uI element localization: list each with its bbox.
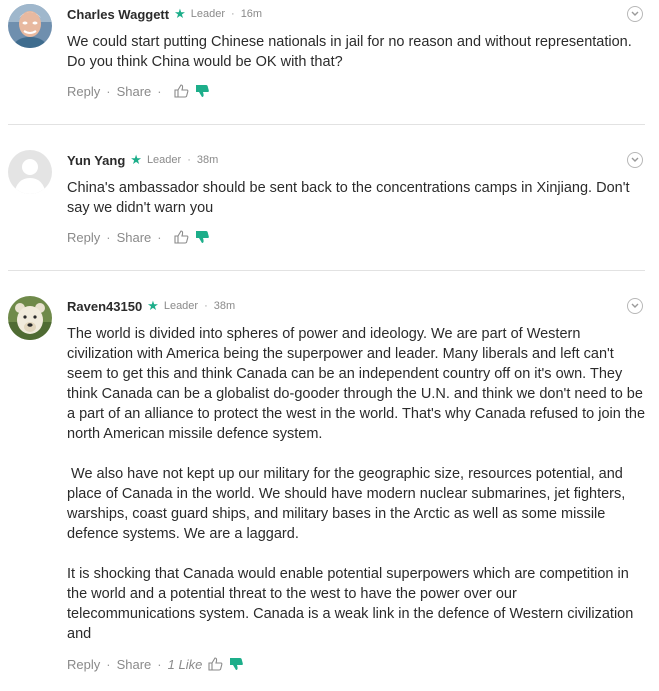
thumbs-up-icon — [174, 84, 189, 98]
thumbs-down-button[interactable] — [195, 84, 210, 98]
comment-paragraph: We could start putting Chinese nationals… — [67, 34, 632, 70]
separator-dot: · — [204, 300, 208, 312]
timestamp[interactable]: 38m — [197, 154, 218, 166]
share-button[interactable]: Share — [117, 230, 152, 245]
star-icon: ★ — [147, 298, 159, 313]
thumbs-down-button[interactable] — [229, 657, 244, 671]
avatar[interactable] — [8, 150, 52, 194]
comment-menu-button[interactable] — [627, 152, 643, 168]
star-icon: ★ — [174, 6, 186, 21]
comment-body: The world is divided into spheres of pow… — [67, 324, 647, 644]
comment-menu-button[interactable] — [627, 298, 643, 314]
timestamp[interactable]: 38m — [214, 300, 235, 312]
share-button[interactable]: Share — [117, 84, 152, 99]
comment-paragraph: We also have not kept up our military fo… — [67, 466, 630, 542]
thumbs-up-button[interactable] — [174, 84, 189, 98]
comment-actions: Reply · Share · — [67, 82, 210, 100]
comment-body: China's ambassador should be sent back t… — [67, 178, 647, 218]
chevron-down-icon — [631, 303, 639, 308]
comment-paragraph: It is shocking that Canada would enable … — [67, 566, 634, 642]
thumbs-up-button[interactable] — [208, 657, 223, 671]
separator-dot: · — [106, 229, 111, 245]
separator-dot: · — [157, 83, 162, 99]
thumbs-down-button[interactable] — [195, 230, 210, 244]
share-button[interactable]: Share — [117, 657, 152, 672]
avatar-photo-elderly-man-icon — [8, 4, 52, 48]
reply-button[interactable]: Reply — [67, 657, 100, 672]
default-avatar-icon — [8, 150, 52, 194]
avatar[interactable] — [8, 296, 52, 340]
separator-dot: · — [231, 8, 235, 20]
avatar-photo-white-bear-icon — [8, 296, 52, 340]
star-icon: ★ — [130, 152, 142, 167]
comment-actions: Reply · Share · 1 Like — [67, 655, 244, 673]
chevron-down-icon — [631, 11, 639, 16]
comment-paragraph: The world is divided into spheres of pow… — [67, 326, 646, 442]
reply-button[interactable]: Reply — [67, 230, 100, 245]
comment-paragraph: China's ambassador should be sent back t… — [67, 180, 630, 216]
avatar[interactable] — [8, 4, 52, 48]
author-name[interactable]: Raven43150 — [67, 299, 142, 314]
reply-button[interactable]: Reply — [67, 84, 100, 99]
comment-body: We could start putting Chinese nationals… — [67, 32, 647, 72]
separator-dot: · — [187, 154, 191, 166]
author-name[interactable]: Charles Waggett — [67, 7, 169, 22]
comment-menu-button[interactable] — [627, 6, 643, 22]
thumbs-down-icon — [195, 231, 209, 243]
thumbs-up-icon — [208, 657, 223, 671]
comment-meta: Raven43150 ★ Leader · 38m — [67, 296, 235, 316]
separator-dot: · — [106, 83, 111, 99]
separator-dot: · — [157, 656, 162, 672]
thumbs-up-button[interactable] — [174, 230, 189, 244]
timestamp[interactable]: 16m — [241, 8, 262, 20]
comment-meta: Yun Yang ★ Leader · 38m — [67, 150, 218, 170]
status-badge: Leader — [146, 154, 182, 166]
comment-meta: Charles Waggett ★ Leader · 16m — [67, 4, 262, 24]
thumbs-up-icon — [174, 230, 189, 244]
separator-dot: · — [157, 229, 162, 245]
separator-dot: · — [106, 656, 111, 672]
status-badge: Leader — [163, 300, 199, 312]
thumbs-down-icon — [195, 85, 209, 97]
chevron-down-icon — [631, 157, 639, 162]
comment-divider — [8, 124, 645, 125]
thumbs-down-icon — [230, 658, 244, 670]
comment-divider — [8, 270, 645, 271]
status-badge: Leader — [190, 8, 226, 20]
like-count[interactable]: 1 Like — [168, 657, 203, 672]
author-name[interactable]: Yun Yang — [67, 153, 125, 168]
comment-actions: Reply · Share · — [67, 228, 210, 246]
